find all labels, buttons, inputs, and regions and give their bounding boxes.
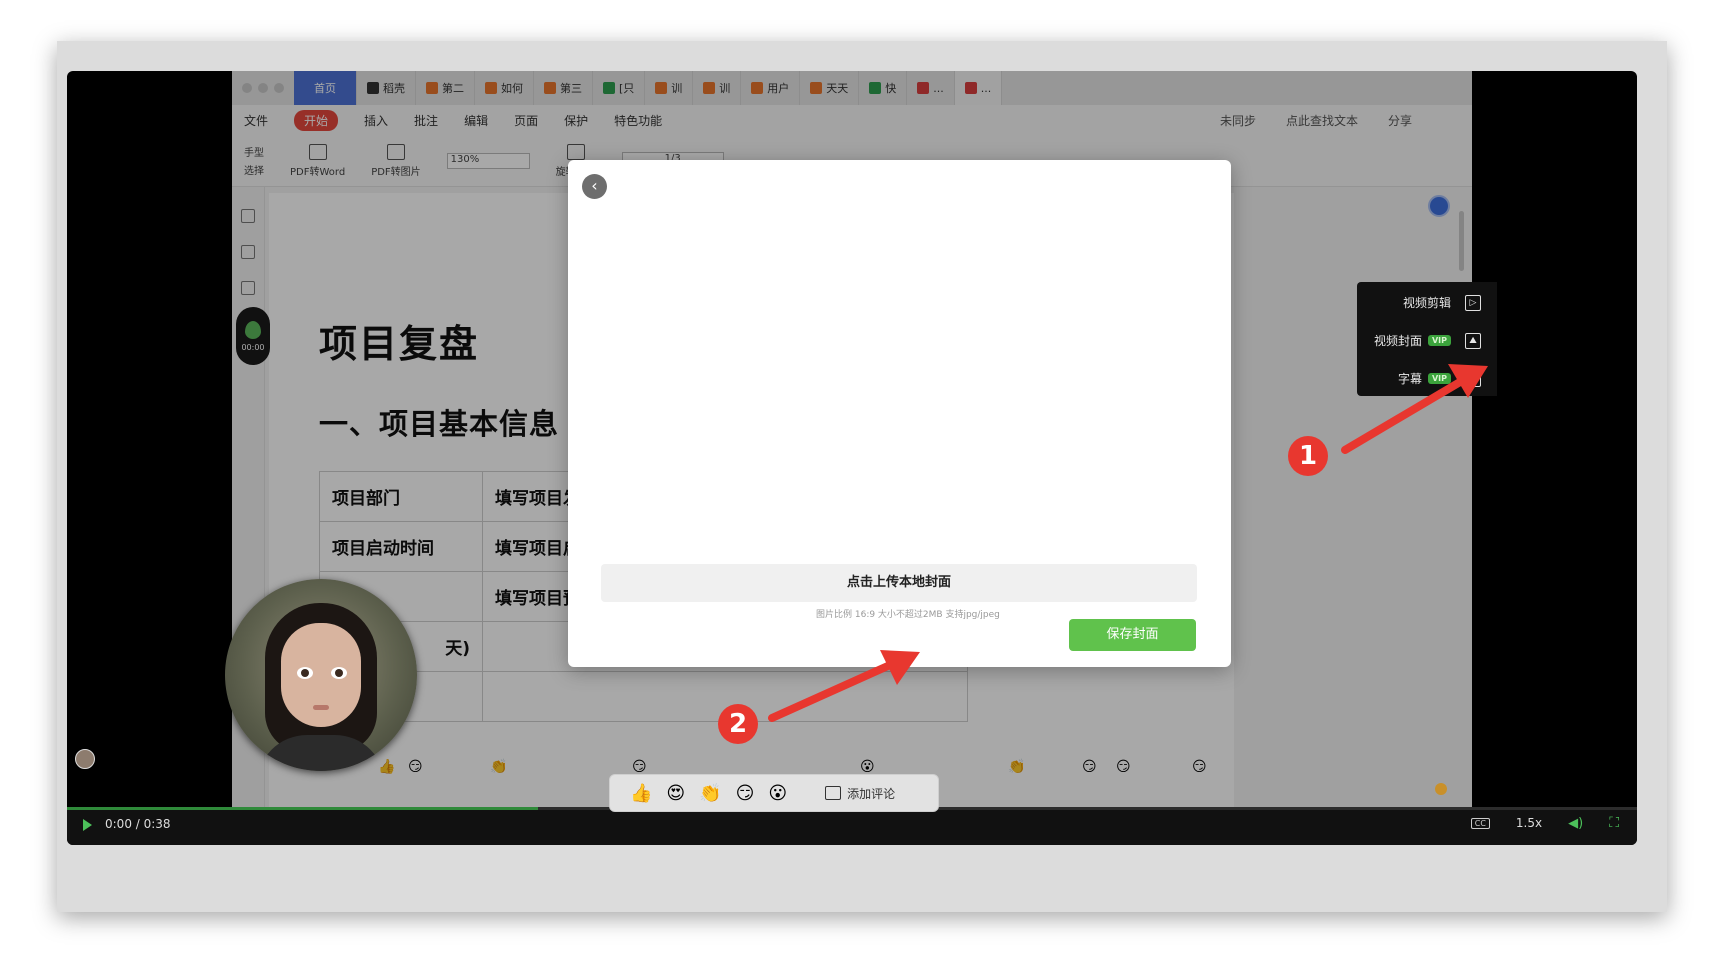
- add-comment-button[interactable]: 添加评论: [825, 785, 895, 802]
- image-icon: ⛰: [1465, 332, 1481, 349]
- back-icon[interactable]: ‹: [582, 174, 607, 199]
- volume-icon[interactable]: ◀): [1568, 816, 1583, 831]
- presenter-avatar: [225, 579, 417, 771]
- player-controls: 0:00 / 0:38 CC 1.5x ◀) ⛶: [67, 807, 1637, 845]
- cover-modal: ‹ 点击上传本地封面 图片比例 16:9 大小不超过2MB 支持jpg/jpeg…: [568, 160, 1231, 667]
- upload-hint: 图片比例 16:9 大小不超过2MB 支持jpg/jpeg: [816, 610, 1000, 620]
- save-cover-button[interactable]: 保存封面: [1069, 619, 1196, 651]
- thumbs-up-icon[interactable]: 👍: [630, 783, 652, 804]
- time-display: 0:00 / 0:38: [105, 817, 171, 831]
- speed-button[interactable]: 1.5x: [1516, 816, 1542, 830]
- video-edit-item[interactable]: 视频剪辑 ▷: [1403, 294, 1481, 311]
- progress-fill: [67, 807, 538, 810]
- surprise-icon[interactable]: 😮: [768, 783, 787, 804]
- play-icon[interactable]: [83, 819, 92, 831]
- vip-badge: VIP: [1427, 335, 1451, 346]
- reaction-bar: 👍 😍 👏 😏 😮 添加评论: [609, 774, 939, 812]
- captions-off-icon[interactable]: CC: [1470, 817, 1490, 829]
- smirk-icon[interactable]: 😏: [736, 783, 755, 804]
- video-tools-panel: 视频剪辑 ▷ 视频封面 VIP ⛰ 字幕 VIP T: [1357, 282, 1497, 396]
- heart-eyes-icon[interactable]: 😍: [666, 783, 685, 804]
- clap-icon[interactable]: 👏: [699, 783, 721, 804]
- comment-icon: [825, 786, 842, 800]
- video-cover-item[interactable]: 视频封面 VIP ⛰: [1374, 332, 1481, 349]
- subtitles-item[interactable]: 字幕 VIP T: [1398, 370, 1481, 387]
- annotation-badge-1: 1: [1288, 436, 1328, 476]
- text-icon: T: [1465, 370, 1481, 387]
- fullscreen-icon[interactable]: ⛶: [1609, 815, 1619, 831]
- user-avatar-icon: [75, 749, 95, 769]
- video-edit-icon: ▷: [1465, 294, 1481, 311]
- vip-badge: VIP: [1427, 373, 1451, 384]
- coin-icon: [1435, 783, 1447, 795]
- annotation-badge-2: 2: [718, 704, 758, 744]
- upload-cover-button[interactable]: 点击上传本地封面: [601, 564, 1197, 602]
